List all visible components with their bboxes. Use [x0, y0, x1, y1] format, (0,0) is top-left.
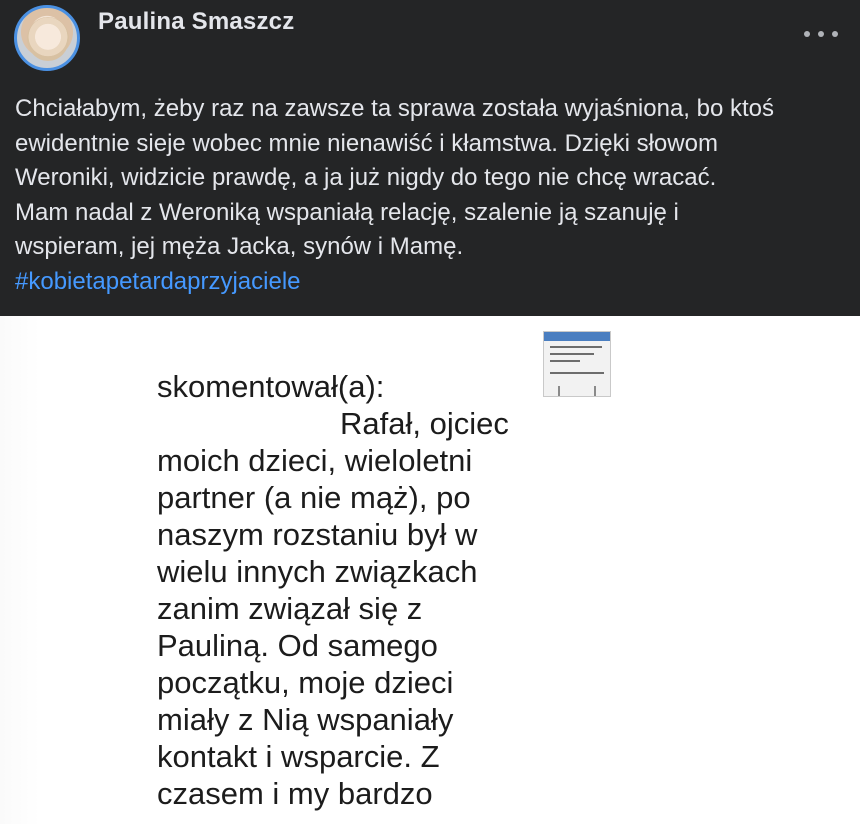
comment-line: moich dzieci, wieloletni — [157, 443, 473, 478]
author-avatar[interactable] — [14, 5, 80, 71]
post-body: Chciałabym, żeby raz na zawsze ta sprawa… — [15, 92, 855, 299]
comment-line: Rafał, ojciec — [340, 406, 509, 441]
post-text-line: ewidentnie sieje wobec mnie nienawiść i … — [15, 129, 718, 157]
thumbnail-header — [544, 332, 610, 341]
more-dot — [832, 31, 838, 37]
comment-line: kontakt i wsparcie. Z — [157, 739, 440, 774]
author-name[interactable]: Paulina Smaszcz — [98, 8, 294, 36]
post-header: Paulina Smaszcz — [0, 0, 860, 80]
thumbnail-text — [550, 353, 594, 355]
comment-line: miały z Nią wspaniały — [157, 702, 454, 737]
comment-line: początku, moje dzieci — [157, 665, 454, 700]
image-edge — [0, 316, 40, 824]
post-text-line: Chciałabym, żeby raz na zawsze ta sprawa… — [15, 95, 775, 122]
comment-line: czasem i my bardzo — [157, 776, 433, 811]
comment-text: skomentował(a): Rafał, ojciec moich dzie… — [157, 368, 577, 812]
comment-line: naszym rozstaniu był w — [157, 517, 478, 552]
comment-line: wielu innych związkach — [157, 554, 478, 589]
thumbnail-text — [550, 360, 580, 362]
more-options-icon[interactable] — [804, 24, 838, 44]
comment-line: Pauliną. Od samego — [157, 628, 438, 663]
hashtag-link[interactable]: #kobietapetardaprzyjaciele — [15, 265, 855, 300]
more-dot — [818, 31, 824, 37]
thumbnail-leg — [594, 386, 596, 396]
post-text-line: Weroniki, widzicie prawdę, a ja już nigd… — [15, 164, 717, 191]
comment-line: partner (a nie mąż), po — [157, 480, 471, 515]
post-image[interactable]: skomentował(a): Rafał, ojciec moich dzie… — [0, 316, 860, 824]
comment-line: skomentował(a): — [157, 369, 385, 404]
comment-line: zanim związał się z — [157, 591, 423, 626]
post-text-line: wspieram, jej męża Jacka, synów i Mamę. — [15, 233, 464, 260]
post-text-line: Mam nadal z Weroniką wspaniałą relację, … — [15, 198, 679, 226]
more-dot — [804, 31, 810, 37]
profile-photo-icon — [27, 17, 69, 61]
thumbnail-text — [550, 346, 602, 348]
